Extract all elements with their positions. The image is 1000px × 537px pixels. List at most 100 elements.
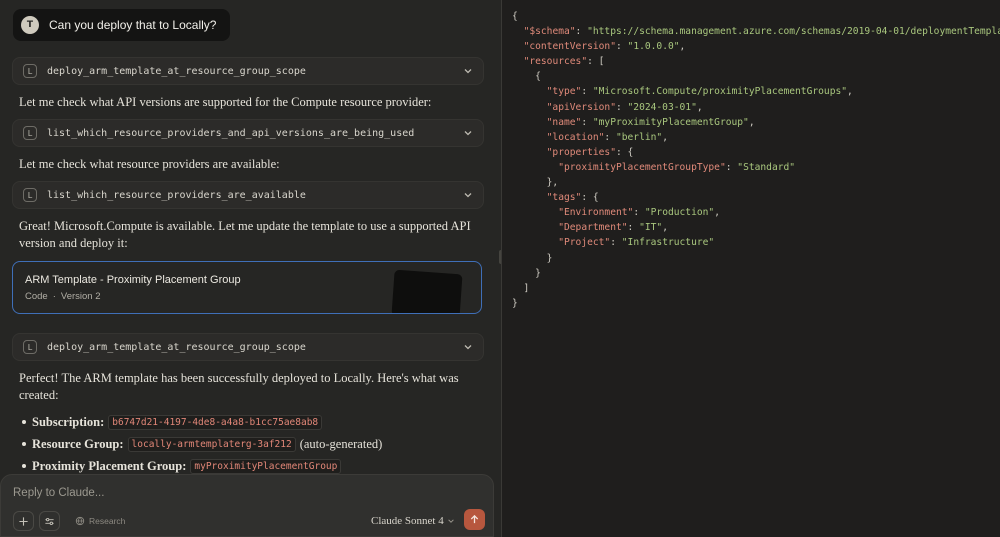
tool-badge: L [23,126,37,140]
research-label: Research [89,516,126,526]
json-string: "Production" [644,207,715,219]
artifact-card[interactable]: ARM Template - Proximity Placement Group… [12,261,482,314]
json-key: "Department" [558,222,628,234]
json-punct [512,147,547,158]
json-punct: : { [615,146,634,158]
tool-call-name: deploy_arm_template_at_resource_group_sc… [47,65,306,77]
chevron-down-icon[interactable] [463,342,473,352]
json-punct: : [633,207,645,219]
json-key: "location" [546,131,605,143]
inline-code: locally-armtemplaterg-3af212 [127,436,296,452]
artifact-meta: Code · Version 2 [25,291,101,302]
code-line: "tags": { [512,190,1000,205]
tool-call-name: list_which_resource_providers_and_api_ve… [47,127,415,139]
code-line: }, [512,175,1000,190]
artifact-code-panel: { "$schema": "https://schema.management.… [501,0,1000,537]
inline-code: b6747d21-4197-4de8-a4a8-b1cc75ae8ab8 [108,414,323,430]
list-item: Resource Group: locally-armtemplaterg-3a… [22,433,492,455]
send-button[interactable] [464,509,485,530]
code-line: { [512,9,1000,24]
tool-call-deploy-1[interactable]: L deploy_arm_template_at_resource_group_… [12,57,484,85]
tool-call-deploy-2[interactable]: L deploy_arm_template_at_resource_group_… [12,333,484,361]
tool-call-name: list_which_resource_providers_are_availa… [47,189,306,201]
model-name: Claude Sonnet 4 [371,515,444,527]
sliders-icon [45,517,54,525]
code-line: "Project": "Infrastructure" [512,235,1000,250]
json-punct: { [512,11,518,22]
assistant-message: Let me check what resource providers are… [19,157,280,171]
bullet-suffix: (auto-generated) [299,436,383,451]
model-selector[interactable]: Claude Sonnet 4 [371,515,455,527]
code-line: "name": "myProximityPlacementGroup", [512,115,1000,130]
json-punct: , [662,131,668,143]
research-button[interactable]: Research [69,511,131,531]
artifact-title: ARM Template - Proximity Placement Group [25,274,241,286]
assistant-message: Let me check what API versions are suppo… [19,95,432,109]
json-punct [512,41,524,52]
artifact-version: Version 2 [60,291,101,302]
bullet-label: Resource Group: [32,436,124,451]
json-punct: : [725,161,738,173]
json-punct: : [ [587,56,605,68]
bullet-label: Subscription: [32,414,105,429]
json-punct [512,162,558,173]
chevron-down-icon[interactable] [463,190,473,200]
json-punct: } [512,297,518,309]
json-key: "type" [546,86,582,98]
composer: Reply to Claude... Research Claude Sonne… [0,474,494,537]
globe-icon [75,516,85,526]
json-string: "Microsoft.Compute/proximityPlacementGro… [592,86,848,98]
code-line: "resources": [ [512,54,1000,69]
json-key: "name" [546,116,582,128]
json-punct: , [748,116,755,128]
tool-call-list-providers[interactable]: L list_which_resource_providers_are_avai… [12,181,484,209]
chevron-down-icon[interactable] [463,128,473,138]
json-string: "myProximityPlacementGroup" [592,116,749,128]
tool-badge: L [23,64,37,78]
json-key: "tags" [546,192,582,204]
json-punct [512,207,558,218]
tool-badge: L [23,188,37,202]
json-punct: , [696,101,703,113]
chat-panel: T Can you deploy that to Locally? L depl… [0,0,500,537]
created-resources-list: Subscription: b6747d21-4197-4de8-a4a8-b1… [22,411,492,477]
json-punct: } [512,267,541,279]
list-item: Subscription: b6747d21-4197-4de8-a4a8-b1… [22,411,492,433]
json-punct: : [610,237,622,249]
json-punct: ] [512,282,530,294]
json-punct [512,102,547,113]
json-punct: , [679,41,686,53]
tools-button[interactable] [39,511,60,531]
json-punct: } [512,252,553,264]
user-avatar: T [21,16,39,34]
json-punct: : [581,86,593,98]
json-string: "Infrastructure" [621,237,715,249]
json-punct [512,192,547,203]
tool-call-list-api-versions[interactable]: L list_which_resource_providers_and_api_… [12,119,484,147]
code-line: "location": "berlin", [512,130,1000,145]
assistant-message: Great! Microsoft.Compute is available. L… [19,219,471,250]
json-string: "IT" [639,222,663,234]
json-punct: }, [512,177,559,189]
json-punct: , [662,222,668,234]
reply-input[interactable]: Reply to Claude... [13,487,104,499]
user-message-text: Can you deploy that to Locally? [49,18,217,32]
json-string: "1.0.0.0" [627,41,680,53]
json-punct: : [615,41,628,53]
bullet-dot [22,420,26,424]
add-button[interactable] [13,511,34,531]
json-punct: , [714,207,720,219]
code-line: ] [512,281,1000,296]
code-line: "Department": "IT", [512,220,1000,235]
json-punct: : [575,26,588,38]
json-key: "resources" [523,56,588,68]
code-line: "Environment": "Production", [512,205,1000,220]
json-string: "Standard" [737,161,796,173]
bullet-dot [22,442,26,446]
code-line: { [512,69,1000,84]
code-line: "proximityPlacementGroupType": "Standard… [512,160,1000,175]
json-key: "proximityPlacementGroupType" [558,161,726,173]
code-line: } [512,251,1000,266]
chevron-down-icon[interactable] [463,66,473,76]
json-string: "2024-03-01" [627,101,697,113]
